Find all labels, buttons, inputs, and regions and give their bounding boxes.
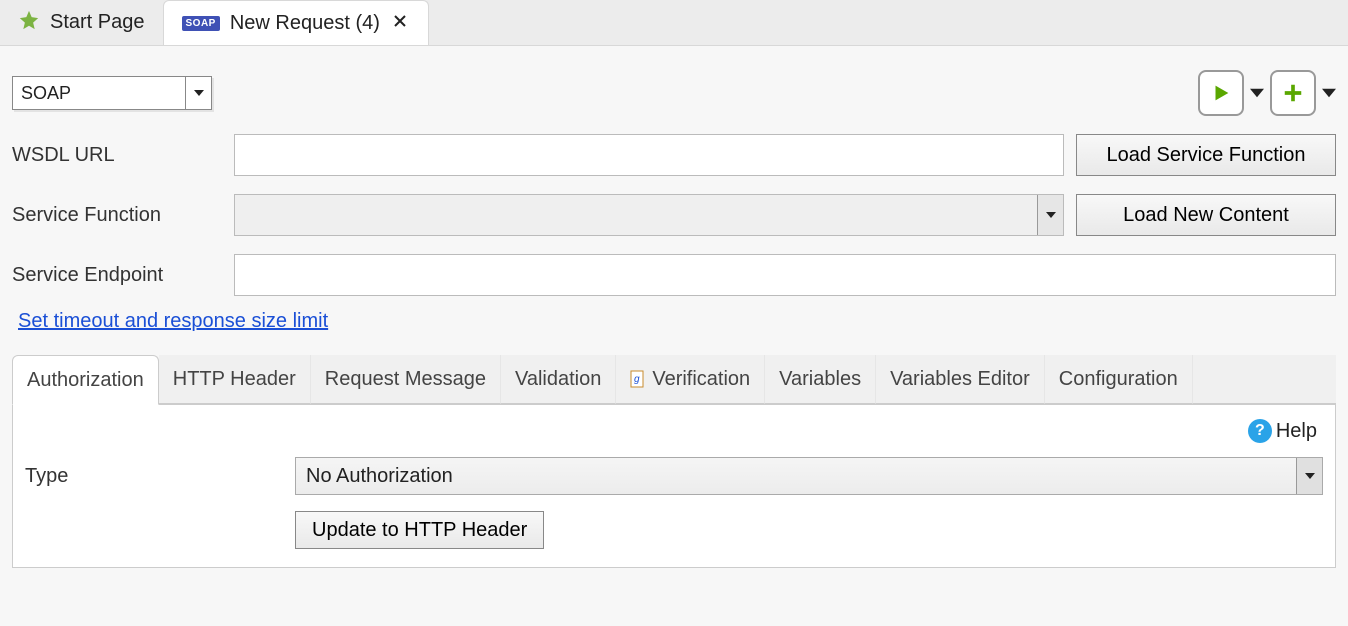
subtab-verification[interactable]: g Verification bbox=[616, 355, 765, 404]
auth-type-value: No Authorization bbox=[296, 465, 1296, 488]
load-service-function-button[interactable]: Load Service Function bbox=[1076, 134, 1336, 176]
subtab-variables[interactable]: Variables bbox=[765, 355, 876, 404]
authorization-panel: ? Help Type No Authorization Update to H… bbox=[12, 405, 1336, 568]
load-new-content-button[interactable]: Load New Content bbox=[1076, 194, 1336, 236]
protocol-select[interactable]: SOAP bbox=[12, 76, 212, 110]
subtab-filler bbox=[1193, 355, 1336, 404]
tab-label: Start Page bbox=[50, 11, 145, 34]
request-subtabs: Authorization HTTP Header Request Messag… bbox=[12, 355, 1336, 405]
run-button[interactable] bbox=[1198, 70, 1244, 116]
subtab-configuration[interactable]: Configuration bbox=[1045, 355, 1193, 404]
run-dropdown[interactable] bbox=[1250, 86, 1264, 100]
chevron-down-icon bbox=[1037, 195, 1063, 235]
auth-type-label: Type bbox=[25, 465, 295, 488]
request-editor-window: Start Page SOAP New Request (4) SOAP bbox=[0, 0, 1348, 626]
subtab-label: Variables Editor bbox=[890, 368, 1030, 391]
subtab-label: Request Message bbox=[325, 368, 486, 391]
tab-new-request[interactable]: SOAP New Request (4) bbox=[163, 0, 429, 45]
service-function-select[interactable] bbox=[234, 194, 1064, 236]
wsdl-url-input[interactable] bbox=[234, 134, 1064, 176]
add-dropdown[interactable] bbox=[1322, 86, 1336, 100]
script-icon: g bbox=[630, 370, 646, 388]
service-endpoint-input[interactable] bbox=[234, 254, 1336, 296]
help-link[interactable]: Help bbox=[1276, 420, 1317, 443]
request-subtabs-container: Authorization HTTP Header Request Messag… bbox=[12, 355, 1336, 568]
request-content: SOAP bbox=[0, 46, 1348, 626]
svg-text:g: g bbox=[634, 374, 640, 385]
subtab-label: Configuration bbox=[1059, 368, 1178, 391]
toolbar-buttons bbox=[1198, 70, 1336, 116]
subtab-http-header[interactable]: HTTP Header bbox=[159, 355, 311, 404]
subtab-label: Verification bbox=[652, 368, 750, 391]
soap-badge-icon: SOAP bbox=[182, 16, 220, 31]
subtab-label: Validation bbox=[515, 368, 601, 391]
request-form: WSDL URL Load Service Function Service F… bbox=[12, 134, 1336, 296]
auth-grid: Type No Authorization Update to HTTP Hea… bbox=[25, 457, 1323, 549]
subtab-request-message[interactable]: Request Message bbox=[311, 355, 501, 404]
close-tab-icon[interactable] bbox=[390, 13, 410, 34]
subtab-variables-editor[interactable]: Variables Editor bbox=[876, 355, 1045, 404]
wsdl-url-label: WSDL URL bbox=[12, 144, 222, 167]
help-row: ? Help bbox=[25, 415, 1323, 457]
service-endpoint-label: Service Endpoint bbox=[12, 264, 222, 287]
star-icon bbox=[18, 9, 40, 36]
add-button[interactable] bbox=[1270, 70, 1316, 116]
auth-type-select[interactable]: No Authorization bbox=[295, 457, 1323, 495]
editor-tabstrip: Start Page SOAP New Request (4) bbox=[0, 0, 1348, 46]
help-icon[interactable]: ? bbox=[1248, 419, 1272, 443]
tab-label: New Request (4) bbox=[230, 12, 380, 35]
service-function-label: Service Function bbox=[12, 204, 222, 227]
toolbar-row: SOAP bbox=[12, 58, 1336, 134]
subtab-validation[interactable]: Validation bbox=[501, 355, 616, 404]
timeout-link-row: Set timeout and response size limit bbox=[12, 296, 1336, 351]
chevron-down-icon bbox=[185, 77, 211, 109]
subtab-label: HTTP Header bbox=[173, 368, 296, 391]
protocol-value: SOAP bbox=[13, 83, 185, 104]
update-http-header-button[interactable]: Update to HTTP Header bbox=[295, 511, 544, 549]
subtab-label: Authorization bbox=[27, 369, 144, 392]
update-btn-cell: Update to HTTP Header bbox=[295, 511, 1323, 549]
subtab-authorization[interactable]: Authorization bbox=[12, 355, 159, 405]
subtab-label: Variables bbox=[779, 368, 861, 391]
chevron-down-icon bbox=[1296, 458, 1322, 494]
tab-start-page[interactable]: Start Page bbox=[0, 0, 163, 45]
timeout-link[interactable]: Set timeout and response size limit bbox=[18, 310, 328, 332]
